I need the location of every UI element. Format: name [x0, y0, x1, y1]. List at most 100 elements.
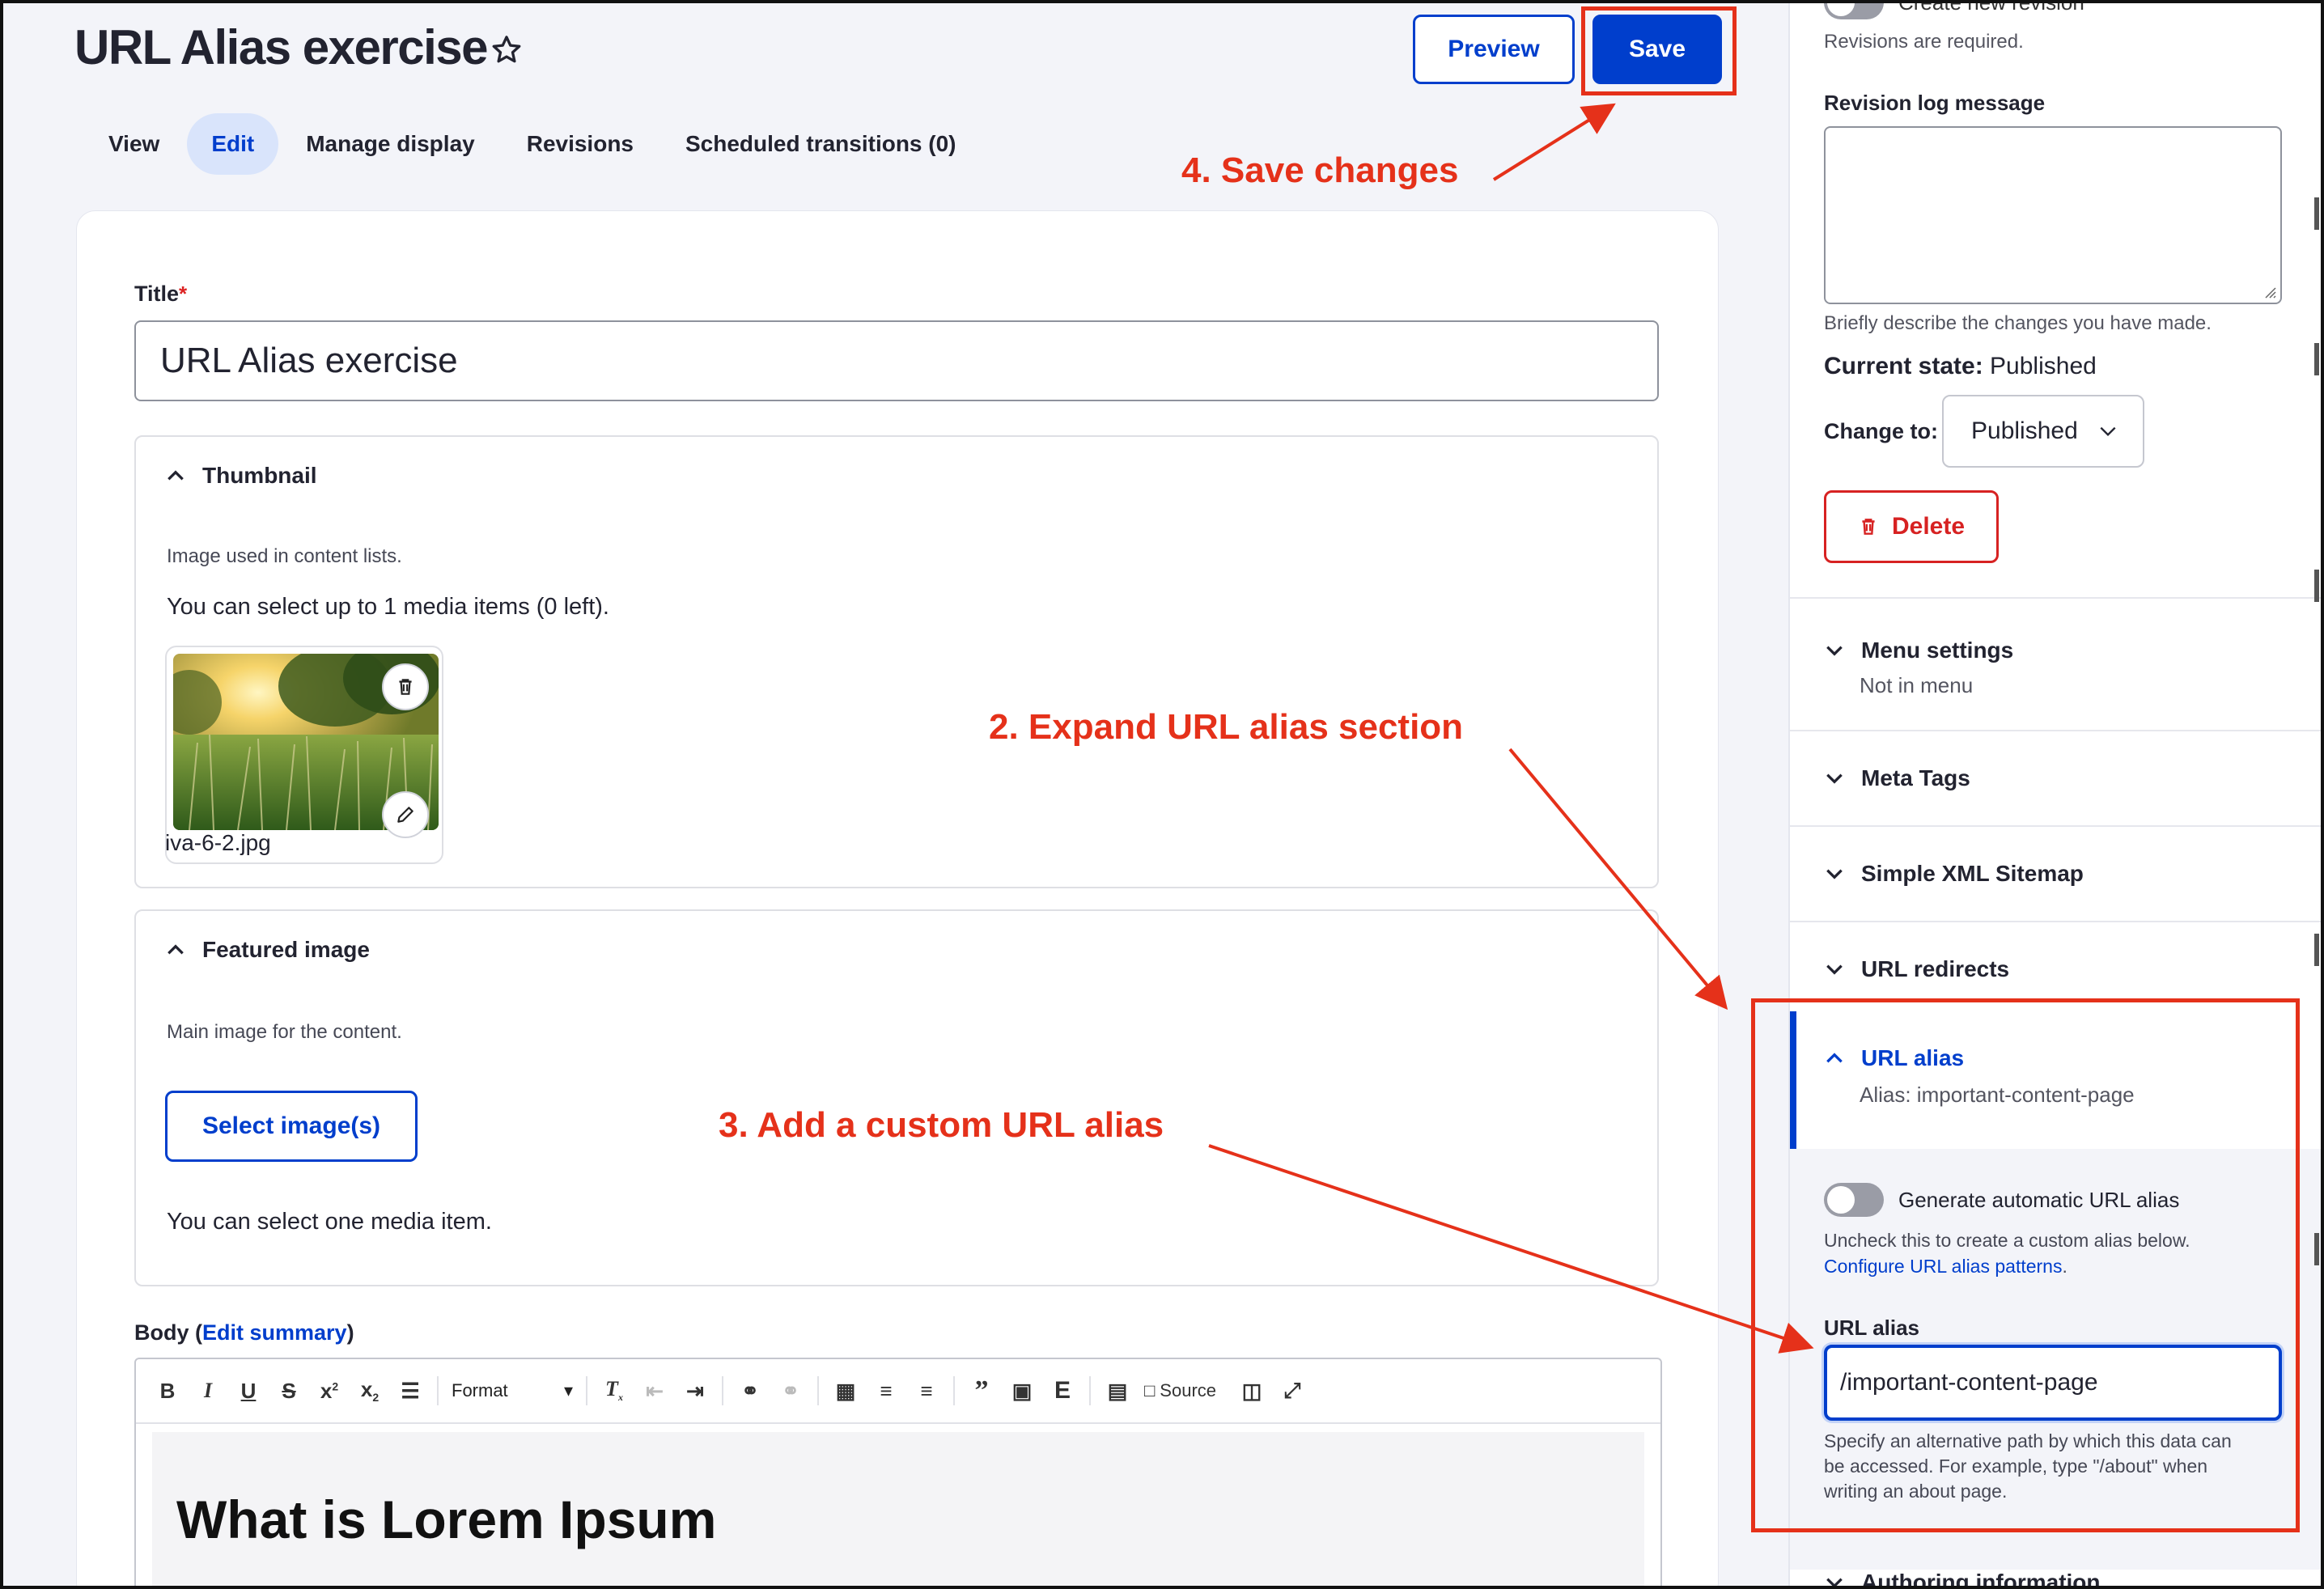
featured-image-label: Featured image — [202, 937, 370, 962]
delete-label: Delete — [1891, 513, 1966, 540]
change-to-label: Change to: — [1824, 419, 1938, 443]
featured-image-description: Main image for the content. — [167, 1021, 402, 1043]
revision-log-textarea[interactable] — [1824, 126, 2282, 304]
main-content-area: URL Alias exercise Preview Save View Edi… — [3, 3, 1788, 1586]
thumbnail-limit-text: You can select up to 1 media items (0 le… — [167, 594, 609, 620]
meta-tags-toggle[interactable]: Meta Tags — [1824, 765, 1970, 791]
scroll-mark — [2314, 570, 2319, 602]
editor-toolbar: B I U S x2 x2 ☰ Format ▾ Tx ⇤ ⇥ ⚭ ⚭ ▦ ≡ ≡… — [136, 1359, 1660, 1424]
editor-content[interactable]: What is Lorem Ipsum — [152, 1432, 1644, 1586]
table-icon[interactable]: ▦ — [832, 1379, 859, 1404]
current-state-label: Current state: — [1824, 353, 1983, 379]
delete-button[interactable]: Delete — [1824, 490, 1999, 563]
chevron-down-icon — [1826, 646, 1843, 656]
unlink-icon[interactable]: ⚭ — [777, 1379, 804, 1404]
create-revision-label: Create new revision — [1898, 3, 2084, 15]
show-blocks-icon[interactable]: ◫ — [1238, 1379, 1266, 1404]
annotation-step-4: 4. Save changes — [1181, 150, 1459, 190]
current-state: Current state: Published — [1824, 353, 2097, 380]
thumbnail-media-item: iva-6-2.jpg — [165, 646, 443, 864]
scroll-mark — [2314, 934, 2319, 966]
featured-image-toggle[interactable]: Featured image — [165, 937, 370, 963]
thumbnail-label: Thumbnail — [202, 463, 317, 488]
pencil-icon — [397, 807, 413, 823]
remove-media-button[interactable] — [382, 663, 429, 710]
chevron-down-icon — [1826, 773, 1843, 784]
meta-tags-label: Meta Tags — [1861, 765, 1970, 790]
trash-icon — [399, 679, 412, 695]
create-revision-toggle[interactable] — [1824, 3, 1884, 19]
format-dropdown[interactable]: Format ▾ — [452, 1380, 573, 1401]
authoring-information-toggle[interactable]: Authoring information — [1824, 1570, 2101, 1586]
simple-xml-sitemap-section[interactable]: Simple XML Sitemap — [1790, 825, 2321, 921]
chevron-down-icon — [1826, 964, 1843, 975]
bold-button[interactable]: B — [154, 1379, 181, 1404]
tab-revisions[interactable]: Revisions — [503, 113, 658, 175]
toolbar-separator — [953, 1376, 955, 1405]
title-label-text: Title — [134, 282, 180, 306]
italic-button[interactable]: I — [194, 1379, 222, 1403]
select-images-button[interactable]: Select image(s) — [165, 1091, 418, 1162]
change-to-select[interactable]: Published — [1942, 395, 2144, 468]
primary-tabs: View Edit Manage display Revisions Sched… — [84, 112, 984, 176]
simple-xml-sitemap-toggle[interactable]: Simple XML Sitemap — [1824, 861, 2084, 887]
tab-manage-display[interactable]: Manage display — [282, 113, 499, 175]
chevron-up-icon — [168, 944, 184, 955]
menu-settings-toggle[interactable]: Menu settings — [1824, 638, 2013, 663]
thumbnail-toggle[interactable]: Thumbnail — [165, 463, 317, 489]
authoring-information-section[interactable]: Authoring information — [1790, 1570, 2321, 1586]
revision-log-help: Briefly describe the changes you have ma… — [1824, 312, 2212, 334]
superscript-button[interactable]: x2 — [316, 1379, 343, 1404]
revisions-required-text: Revisions are required. — [1824, 31, 2024, 53]
source-icon: □ — [1144, 1380, 1156, 1400]
body-editor[interactable]: B I U S x2 x2 ☰ Format ▾ Tx ⇤ ⇥ ⚭ ⚭ ▦ ≡ ≡… — [134, 1358, 1662, 1586]
bulleted-list-icon[interactable]: ≡ — [872, 1379, 900, 1404]
resize-handle-icon[interactable] — [2261, 283, 2277, 299]
url-redirects-label: URL redirects — [1861, 956, 2010, 981]
simple-xml-sitemap-label: Simple XML Sitemap — [1861, 861, 2084, 886]
toolbar-separator — [437, 1376, 439, 1405]
maximize-icon[interactable]: ⤢ — [1279, 1378, 1306, 1404]
thumbnail-file-name: iva-6-2.jpg — [165, 830, 271, 855]
featured-image-fieldset: Featured image Main image for the conten… — [134, 909, 1659, 1286]
featured-image-limit-text: You can select one media item. — [167, 1209, 492, 1235]
indent-icon[interactable]: ⇥ — [681, 1379, 709, 1404]
title-input[interactable]: URL Alias exercise — [134, 320, 1659, 401]
image-icon[interactable]: ▣ — [1008, 1379, 1036, 1404]
change-to-value: Published — [1971, 417, 2078, 444]
scroll-mark — [2314, 1233, 2319, 1265]
edit-summary-link[interactable]: Edit summary — [202, 1320, 347, 1345]
tab-scheduled-transitions[interactable]: Scheduled transitions (0) — [661, 113, 981, 175]
subscript-button[interactable]: x2 — [356, 1377, 384, 1404]
edit-media-button[interactable] — [382, 791, 429, 838]
toolbar-separator — [586, 1376, 587, 1405]
title-label: Title* — [134, 282, 187, 307]
url-redirects-toggle[interactable]: URL redirects — [1824, 956, 2009, 982]
strikethrough-button[interactable]: S — [275, 1379, 303, 1404]
preview-button[interactable]: Preview — [1413, 15, 1575, 84]
page-title: URL Alias exercise — [74, 20, 488, 74]
sidebar-scrollbar[interactable] — [2314, 3, 2321, 1586]
underline-button[interactable]: U — [235, 1379, 262, 1404]
tab-edit[interactable]: Edit — [187, 113, 279, 175]
numbered-list-icon[interactable]: ≡ — [913, 1379, 940, 1404]
blockquote-icon[interactable]: ” — [968, 1375, 995, 1406]
annotation-step-3: 3. Add a custom URL alias — [719, 1105, 1164, 1145]
source-button[interactable]: □ Source — [1144, 1380, 1225, 1401]
menu-settings-summary: Not in menu — [1860, 673, 1974, 697]
embed-icon[interactable]: E — [1049, 1377, 1076, 1405]
paste-icon[interactable]: ▤ — [1104, 1379, 1131, 1404]
star-icon[interactable] — [489, 32, 524, 68]
url-alias-highlight-box — [1751, 998, 2300, 1532]
meta-tags-section[interactable]: Meta Tags — [1790, 730, 2321, 825]
horizontal-line-icon[interactable]: ☰ — [397, 1379, 424, 1404]
link-icon[interactable]: ⚭ — [736, 1379, 764, 1404]
trash-icon — [1862, 519, 1875, 535]
chevron-down-icon — [2100, 426, 2116, 437]
remove-format-button[interactable]: Tx — [600, 1377, 628, 1404]
scroll-mark — [2314, 197, 2319, 230]
body-label-text: Body ( — [134, 1320, 202, 1345]
tab-view[interactable]: View — [84, 113, 184, 175]
menu-settings-section[interactable]: Menu settings Not in menu — [1790, 597, 2321, 730]
outdent-icon[interactable]: ⇤ — [641, 1379, 668, 1404]
